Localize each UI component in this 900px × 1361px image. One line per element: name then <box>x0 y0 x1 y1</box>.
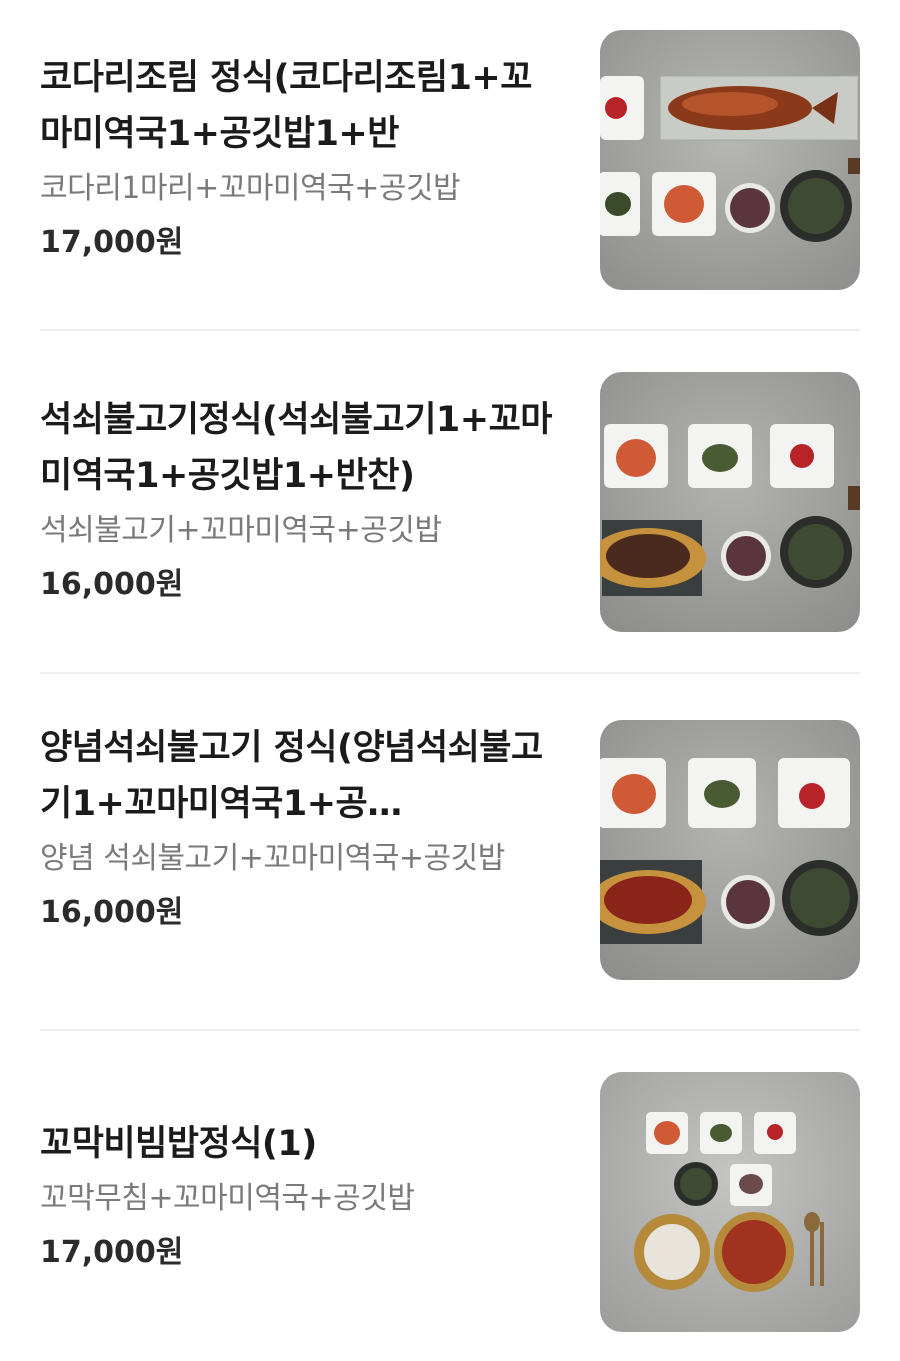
menu-item-description: 꼬막무침+꼬마미역국+공깃밥 <box>40 1181 415 1216</box>
menu-item-kkomak-bibimbap[interactable]: 꼬막비빔밥정식(1) 꼬막무침+꼬마미역국+공깃밥 17,000원 <box>40 1072 860 1332</box>
menu-item-text: 코다리조림 정식(코다리조림1+꼬마미역국1+공깃밥1+반 코다리1마리+꼬마미… <box>40 50 560 268</box>
menu-item-description: 양념 석쇠불고기+꼬마미역국+공깃밥 <box>40 841 505 876</box>
menu-item-spicy-bulgogi[interactable]: 양념석쇠불고기 정식(양념석쇠불고기1+꼬마미역국1+공… 양념 석쇠불고기+꼬… <box>40 720 860 982</box>
menu-item-bulgogi[interactable]: 석쇠불고기정식(석쇠불고기1+꼬마미역국1+공깃밥1+반찬) 석쇠불고기+꼬마미… <box>40 372 860 632</box>
divider <box>40 329 860 331</box>
menu-item-text: 양념석쇠불고기 정식(양념석쇠불고기1+꼬마미역국1+공… 양념 석쇠불고기+꼬… <box>40 720 560 938</box>
menu-item-name: 양념석쇠불고기 정식(양념석쇠불고기1+꼬마미역국1+공… <box>40 728 543 824</box>
menu-item-text: 석쇠불고기정식(석쇠불고기1+꼬마미역국1+공깃밥1+반찬) 석쇠불고기+꼬마미… <box>40 392 560 610</box>
divider <box>40 672 860 674</box>
menu-item-photo[interactable] <box>600 720 860 980</box>
menu-item-name: 꼬막비빔밥정식(1) <box>40 1124 317 1164</box>
menu-item-text: 꼬막비빔밥정식(1) 꼬막무침+꼬마미역국+공깃밥 17,000원 <box>40 1116 560 1278</box>
menu-item-price: 17,000원 <box>40 1235 184 1270</box>
menu-item-name: 코다리조림 정식(코다리조림1+꼬마미역국1+공깃밥1+반 <box>40 58 532 154</box>
menu-item-price: 17,000원 <box>40 225 184 260</box>
menu-item-photo[interactable] <box>600 30 860 290</box>
menu-item-kodari[interactable]: 코다리조림 정식(코다리조림1+꼬마미역국1+공깃밥1+반 코다리1마리+꼬마미… <box>40 30 860 290</box>
menu-item-price: 16,000원 <box>40 895 184 930</box>
menu-item-description: 석쇠불고기+꼬마미역국+공깃밥 <box>40 513 442 548</box>
divider <box>40 1029 860 1031</box>
menu-item-photo[interactable] <box>600 372 860 632</box>
menu-item-name: 석쇠불고기정식(석쇠불고기1+꼬마미역국1+공깃밥1+반찬) <box>40 400 552 496</box>
menu-item-photo[interactable] <box>600 1072 860 1332</box>
menu-list: 코다리조림 정식(코다리조림1+꼬마미역국1+공깃밥1+반 코다리1마리+꼬마미… <box>0 0 900 1361</box>
menu-item-description: 코다리1마리+꼬마미역국+공깃밥 <box>40 171 461 206</box>
menu-item-price: 16,000원 <box>40 567 184 602</box>
